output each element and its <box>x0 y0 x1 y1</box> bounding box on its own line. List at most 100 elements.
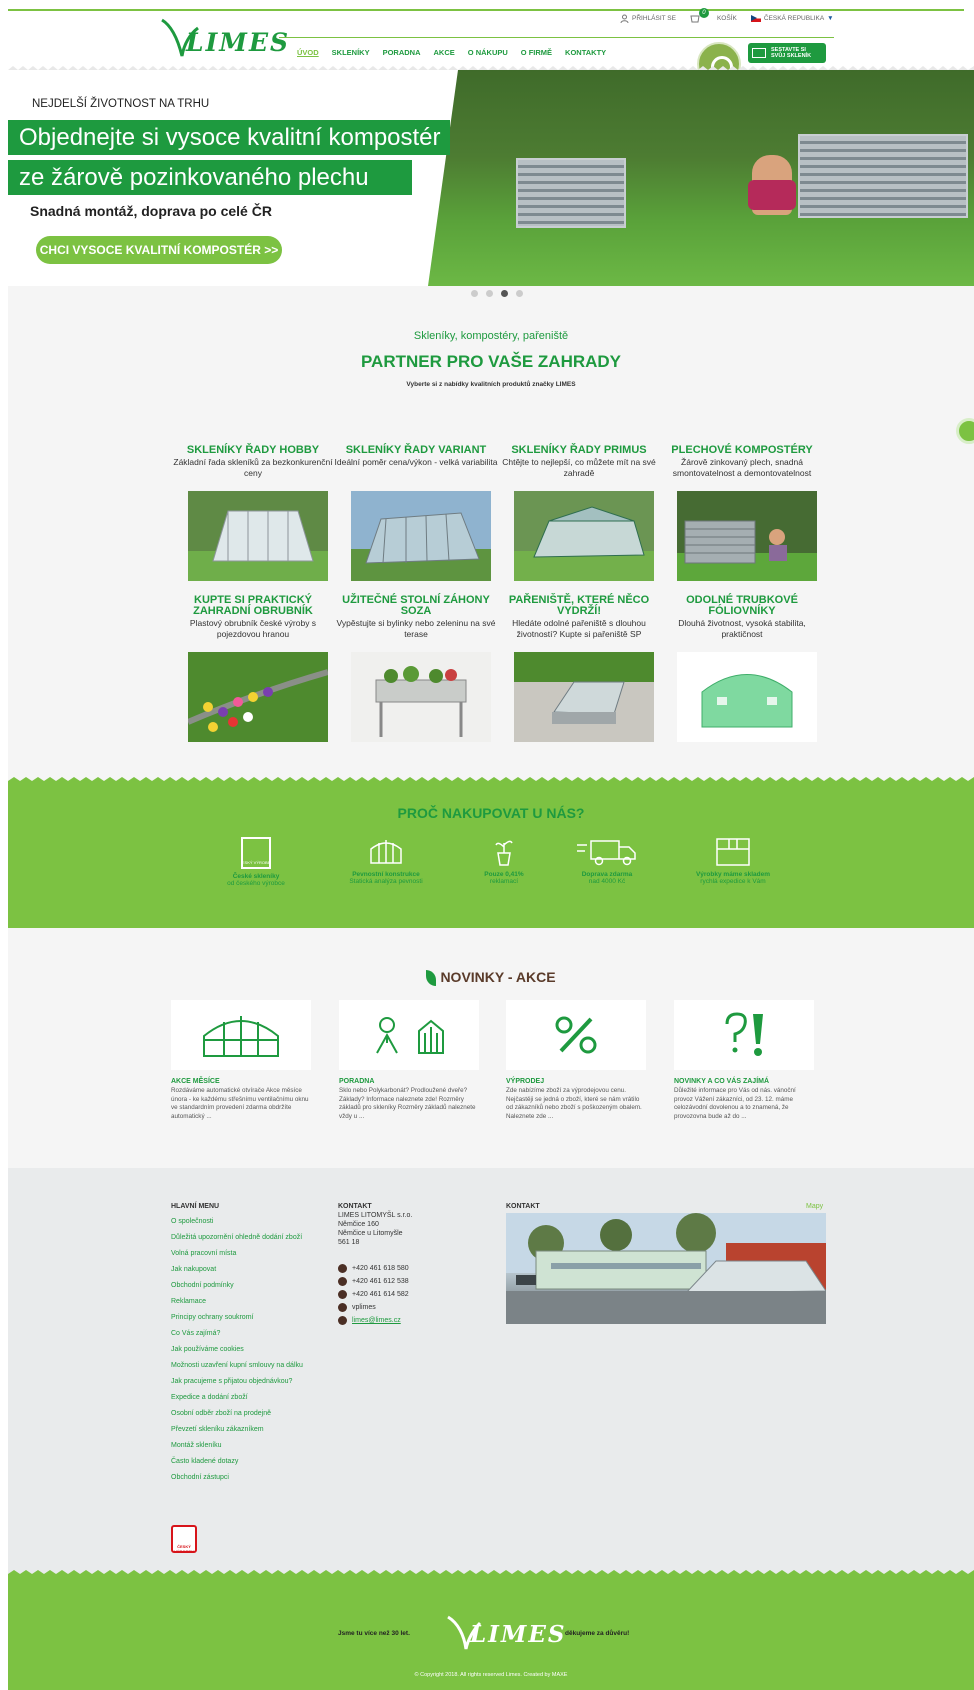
news-image <box>171 1000 311 1070</box>
phone-icon <box>338 1277 347 1286</box>
news-title: NOVINKY - AKCE <box>8 969 974 987</box>
footer-menu-item[interactable]: Volná pracovní místa <box>171 1250 311 1258</box>
news-card-novinky[interactable]: NOVINKY A CO VÁS ZAJÍMÁ Důležité informa… <box>674 1000 814 1121</box>
email-link[interactable]: limes@limes.cz <box>352 1317 401 1324</box>
news-image <box>339 1000 479 1070</box>
slider-dot[interactable] <box>471 290 478 297</box>
greenhouse-icon <box>752 48 766 58</box>
product-title: ODOLNÉ TRUBKOVÉ FÓLIOVNÍKY <box>686 594 798 617</box>
product-title: SKLENÍKY ŘADY HOBBY <box>186 444 320 456</box>
footer-menu-item[interactable]: Montáž skleníku <box>171 1442 311 1450</box>
footer-menu-item[interactable]: Co Vás zajímá? <box>171 1330 311 1338</box>
news-image <box>674 1000 814 1070</box>
footer-menu-item[interactable]: O společnosti <box>171 1218 311 1226</box>
menu-heading: HLAVNÍ MENU <box>171 1203 220 1210</box>
greenhouse-icon <box>370 840 402 864</box>
login-link[interactable]: PŘIHLÁSIT SE <box>620 14 676 23</box>
footer-menu-item[interactable]: Reklamace <box>171 1298 311 1306</box>
footer-menu-item[interactable]: Expedice a dodání zboží <box>171 1394 311 1402</box>
cart-link[interactable]: 0 KOŠÍK <box>690 8 737 23</box>
skype-line[interactable]: vplimes <box>338 1303 409 1312</box>
footer-menu-item[interactable]: Obchodní podmínky <box>171 1282 311 1290</box>
footer-info-section <box>8 1168 974 1578</box>
cold-frame-image <box>514 652 654 742</box>
plant-pot-icon <box>495 840 513 866</box>
site-logo[interactable]: LIMES <box>160 16 288 58</box>
logo-text: LIMES <box>186 28 291 57</box>
footer-menu-item[interactable]: Důležitá upozornění ohledně dodání zboží <box>171 1234 311 1242</box>
foil-greenhouse-image <box>677 652 817 742</box>
product-card-primus[interactable]: SKLENÍKY ŘADY PRIMUS Chtějte to nejlepší… <box>496 444 662 581</box>
nav-o-firme[interactable]: O FIRMĚ <box>521 48 552 57</box>
composter-image <box>798 134 968 218</box>
footer-menu-item[interactable]: Převzetí skleníku zákazníkem <box>171 1426 311 1434</box>
product-title: UŽITEČNÉ STOLNÍ ZÁHONY SOZA <box>342 594 490 617</box>
hero-headline-1: Objednejte si vysoce kvalitní kompostér <box>8 120 450 155</box>
slider-dot[interactable] <box>486 290 493 297</box>
partner-section: Skleníky, kompostéry, pařeniště PARTNER … <box>8 286 974 785</box>
slider-dot-active[interactable] <box>501 290 508 297</box>
nav-poradna[interactable]: PORADNA <box>383 48 421 57</box>
product-card-composters[interactable]: PLECHOVÉ KOMPOSTÉRY Žárově zinkovaný ple… <box>659 445 825 581</box>
configure-greenhouse-button[interactable]: SESTAVTE SI SVŮJ SKLENÍK <box>748 43 826 63</box>
product-card-variant[interactable]: SKLENÍKY ŘADY VARIANT Ideální poměr cena… <box>333 445 499 581</box>
product-card-table-beds[interactable]: UŽITEČNÉ STOLNÍ ZÁHONY SOZA Vypěstujte s… <box>333 594 499 742</box>
svg-text:ČESKÝ VÝROBEK: ČESKÝ VÝROBEK <box>241 860 271 865</box>
footer-menu-item[interactable]: Často kladené dotazy <box>171 1458 311 1466</box>
country-select[interactable]: ČESKÁ REPUBLIKA ▼ <box>750 14 834 22</box>
why-item-complaints: Pouze 0,41% reklamací <box>449 837 559 885</box>
hero-subline: Snadná montáž, doprava po celé ČR <box>30 203 272 219</box>
footer-menu-item[interactable]: Obchodní zástupci <box>171 1474 311 1482</box>
email-line[interactable]: limes@limes.cz <box>338 1316 409 1325</box>
question-exclamation-icon <box>725 1012 763 1056</box>
product-card-foil-greenhouse[interactable]: ODOLNÉ TRUBKOVÉ FÓLIOVNÍKY Dlouhá životn… <box>659 594 825 742</box>
why-item-construction: Pevnostní konstrukce Statická analýza pev… <box>331 837 441 885</box>
footer-menu-item[interactable]: Principy ochrany soukromí <box>171 1314 311 1322</box>
phone-icon <box>338 1264 347 1273</box>
footer-menu-item[interactable]: Osobní odběr zboží na prodejně <box>171 1410 311 1418</box>
product-title: SKLENÍKY ŘADY PRIMUS <box>511 444 647 456</box>
product-card-edging[interactable]: KUPTE SI PRAKTICKÝ ZAHRADNÍ OBRUBNÍK Pla… <box>170 594 336 742</box>
composter-image <box>516 158 626 228</box>
fax-icon <box>338 1290 347 1299</box>
hero-cta-button[interactable]: CHCI VYSOCE KVALITNÍ KOMPOSTÉR >> <box>36 236 282 264</box>
product-desc: Ideální poměr cena/výkon - velká variabi… <box>334 457 498 467</box>
nav-o-nakupu[interactable]: O NÁKUPU <box>468 48 508 57</box>
phone-line[interactable]: +420 461 618 580 <box>338 1264 409 1273</box>
news-section: NOVINKY - AKCE <box>8 928 974 1168</box>
partner-subtitle: Skleníky, kompostéry, pařeniště <box>413 330 569 342</box>
composter-product-image <box>677 491 817 581</box>
slider-dot[interactable] <box>516 290 523 297</box>
company-building-photo <box>506 1213 826 1324</box>
footer-thanks-text: děkujeme za důvěru! <box>565 1630 630 1637</box>
news-card-vyprodej[interactable]: VÝPRODEJ Zde nabízíme zboží za výprodejo… <box>506 1000 646 1121</box>
skype-icon <box>338 1303 347 1312</box>
partner-desc: Vyberte si z nabídky kvalitních produktů… <box>406 381 576 388</box>
main-nav: ÚVOD SKLENÍKY PORADNA AKCE O NÁKUPU O FI… <box>297 48 606 57</box>
czech-product-icon: ČESKÝ VÝROBEK <box>241 837 271 869</box>
footer-menu-item[interactable]: Jak používáme cookies <box>171 1346 311 1354</box>
footer-menu-item[interactable]: Možnosti uzavření kupní smlouvy na dálku <box>171 1362 311 1370</box>
footer-menu-item[interactable]: Jak nakupovat <box>171 1266 311 1274</box>
nav-uvod[interactable]: ÚVOD <box>297 48 319 57</box>
news-card-text: Zde nabízíme zboží za výprodejovou cenu.… <box>506 1087 642 1120</box>
phone-line[interactable]: +420 461 612 538 <box>338 1277 409 1286</box>
email-icon <box>338 1316 347 1325</box>
nav-skleniky[interactable]: SKLENÍKY <box>332 48 370 57</box>
nav-kontakty[interactable]: KONTAKTY <box>565 48 606 57</box>
nav-akce[interactable]: AKCE <box>434 48 455 57</box>
maps-link[interactable]: Mapy <box>806 1203 823 1210</box>
footer-logo[interactable]: LIMES <box>446 1613 565 1651</box>
news-card-akce[interactable]: AKCE MĚSÍCE Rozdáváme automatické otvíra… <box>171 1000 311 1121</box>
news-card-poradna[interactable]: PORADNA Sklo nebo Polykarbonát? Prodlouž… <box>339 1000 479 1121</box>
product-card-hobby[interactable]: SKLENÍKY ŘADY HOBBY Základní řada sklení… <box>170 444 336 581</box>
footer-menu-item[interactable]: Jak pracujeme s přijatou objednávkou? <box>171 1378 311 1386</box>
partner-title: PARTNER PRO VAŠE ZAHRADY <box>360 352 622 371</box>
chevron-down-icon: ▼ <box>827 14 834 22</box>
phone-line[interactable]: +420 461 614 582 <box>338 1290 409 1299</box>
product-card-cold-frame[interactable]: PAŘENIŠTĚ, KTERÉ NĚCO VYDRŽÍ! Hledáte od… <box>496 595 662 742</box>
czech-product-badge: ČESKÝ VÝROBEK <box>171 1525 197 1554</box>
product-title: KUPTE SI PRAKTICKÝ ZAHRADNÍ OBRUBNÍK <box>193 594 313 617</box>
footer-menu: O společnosti Důležitá upozornění ohledn… <box>171 1218 311 1490</box>
news-card-title: NOVINKY A CO VÁS ZAJÍMÁ <box>674 1078 770 1085</box>
